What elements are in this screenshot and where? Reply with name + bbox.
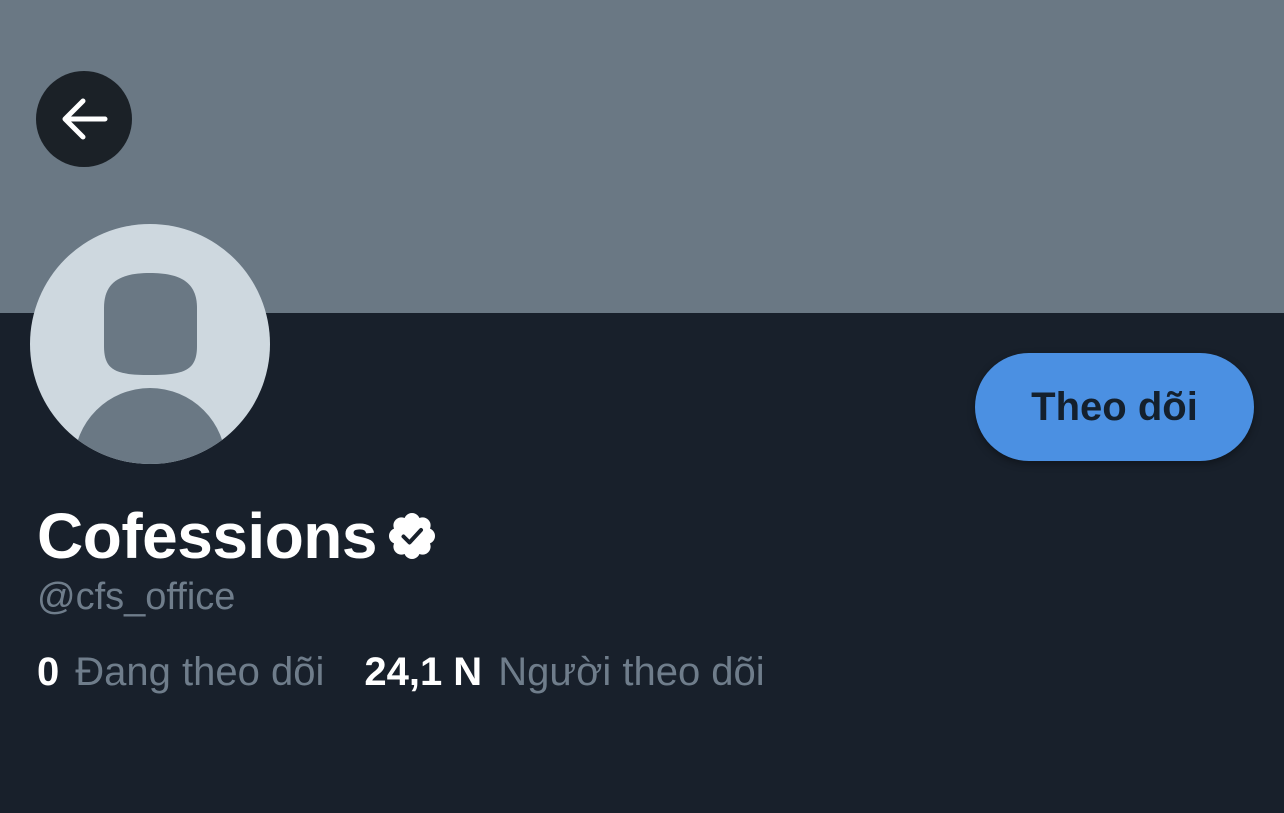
verified-badge-icon <box>388 513 435 559</box>
avatar[interactable] <box>30 224 270 464</box>
following-count: 0 <box>37 650 60 694</box>
display-name: Cofessions <box>37 500 377 572</box>
back-button[interactable] <box>36 71 132 167</box>
followers-count: 24,1 N <box>364 650 483 694</box>
followers-label: Người theo dõi <box>498 650 765 694</box>
profile-stats: 0 Đang theo dõi 24,1 N Người theo dõi <box>37 646 765 698</box>
profile-name-row: Cofessions <box>37 496 437 576</box>
following-label: Đang theo dõi <box>75 650 325 694</box>
followers-stat[interactable]: 24,1 N Người theo dõi <box>364 646 764 698</box>
following-stat[interactable]: 0 Đang theo dõi <box>37 646 324 698</box>
default-avatar-icon <box>74 273 226 464</box>
follow-button[interactable]: Theo dõi <box>975 353 1254 461</box>
arrow-left-icon <box>62 98 108 140</box>
profile-handle: @cfs_office <box>37 576 236 618</box>
